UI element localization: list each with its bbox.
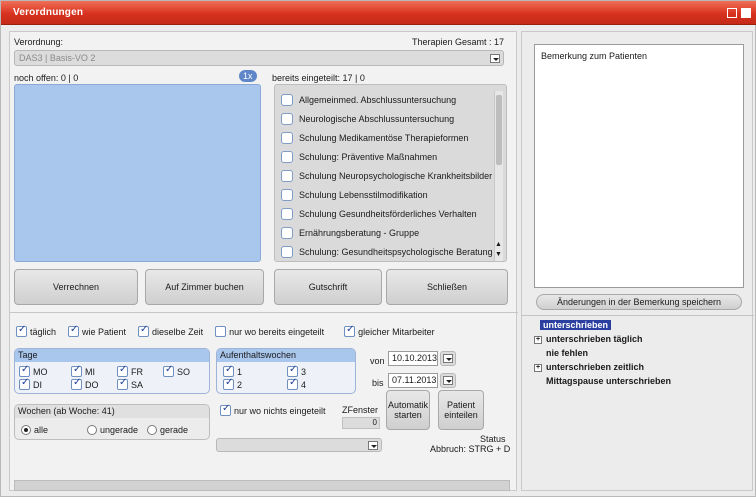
verrechnen-button[interactable]: Verrechnen <box>14 269 138 305</box>
gutschrift-button[interactable]: Gutschrift <box>274 269 382 305</box>
verordnung-label: Verordnung: <box>14 37 64 47</box>
scroll-down-icon[interactable]: ▼ <box>495 251 502 258</box>
checkbox[interactable] <box>281 132 293 144</box>
scrollbar[interactable]: ▲ ▼ <box>494 91 503 261</box>
noch-offen-label: noch offen: 0 | 0 <box>14 73 79 83</box>
day-sa-checkbox[interactable]: SA <box>117 377 143 390</box>
schliessen-button[interactable]: Schließen <box>386 269 508 305</box>
week-1-checkbox[interactable]: 1 <box>223 364 242 377</box>
bis-date-field[interactable]: 07.11.2013 <box>388 373 438 388</box>
therapien-count: Therapien Gesamt : 17 <box>412 37 505 47</box>
status-label: Status <box>480 434 506 444</box>
bis-label: bis <box>372 378 384 388</box>
chevron-down-icon <box>443 354 453 363</box>
save-note-button[interactable]: Änderungen in der Bemerkung speichern <box>536 294 742 310</box>
weeks-filter-title: Wochen (ab Woche: 41) <box>15 405 209 418</box>
checkbox[interactable] <box>281 151 293 163</box>
day-mi-checkbox[interactable]: MI <box>71 364 95 377</box>
notes-textarea[interactable]: Bemerkung zum Patienten <box>534 44 744 288</box>
von-date-picker[interactable] <box>440 351 456 366</box>
list-item[interactable]: Schulung Medikamentöse Therapieformen <box>281 129 468 147</box>
expand-icon[interactable]: + <box>534 335 542 344</box>
open-therapies-list[interactable] <box>14 84 261 262</box>
window-title: Verordnungen <box>13 7 84 18</box>
wie-patient-checkbox[interactable]: wie Patient <box>68 324 126 337</box>
taeglich-checkbox[interactable]: täglich <box>16 324 56 337</box>
list-item[interactable]: Schulung: Gesundheitspsychologische Bera… <box>281 243 493 261</box>
weeks-filter-group: Wochen (ab Woche: 41) alle ungerade gera… <box>14 404 210 440</box>
radio-gerade[interactable]: gerade <box>147 425 188 435</box>
list-item[interactable]: Ernährungsberatung - Gruppe <box>281 224 419 242</box>
tree-item-taeglich[interactable]: + unterschrieben täglich <box>534 334 643 344</box>
checkbox[interactable] <box>281 189 293 201</box>
checkbox[interactable] <box>281 246 293 258</box>
assigned-therapies-list[interactable]: Allgemeinmed. Abschlussuntersuchung Neur… <box>274 84 507 262</box>
abort-hint: Abbruch: STRG + D <box>430 444 511 454</box>
close-icon[interactable] <box>741 8 751 18</box>
checkbox[interactable] <box>281 227 293 239</box>
patient-einteilen-button[interactable]: Patient einteilen <box>438 390 484 430</box>
chevron-down-icon <box>443 376 453 385</box>
day-so-checkbox[interactable]: SO <box>163 364 190 377</box>
von-date-field[interactable]: 10.10.2013 <box>388 351 438 366</box>
checkbox[interactable] <box>281 208 293 220</box>
checkbox[interactable] <box>281 170 293 182</box>
automatik-starten-button[interactable]: Automatik starten <box>386 390 430 430</box>
verordnung-select[interactable]: DAS3 | Basis-VO 2 <box>14 50 504 66</box>
count-badge: 1x <box>239 70 257 82</box>
days-group: Tage MO DI MI DO FR SA SO <box>14 348 210 394</box>
list-item[interactable]: Schulung: Präventive Maßnahmen <box>281 148 437 166</box>
status-bar <box>14 480 510 491</box>
days-group-title: Tage <box>15 349 209 362</box>
tree-item-nie-fehlen[interactable]: nie fehlen <box>546 348 588 358</box>
dieselbe-zeit-checkbox[interactable]: dieselbe Zeit <box>138 324 203 337</box>
checkbox[interactable] <box>281 113 293 125</box>
list-item[interactable]: Schulung Lebensstilmodifikation <box>281 186 428 204</box>
week-2-checkbox[interactable]: 2 <box>223 377 242 390</box>
list-item[interactable]: Allgemeinmed. Abschlussuntersuchung <box>281 91 456 109</box>
stay-weeks-title: Aufenthaltswochen <box>217 349 355 362</box>
notes-label: Bemerkung zum Patienten <box>541 51 648 61</box>
zfenster-field[interactable]: 0 <box>342 417 380 429</box>
divider <box>522 315 754 316</box>
radio-alle[interactable]: alle <box>21 425 48 435</box>
stay-weeks-group: Aufenthaltswochen 1 2 3 4 <box>216 348 356 394</box>
bereits-label: bereits eingeteilt: 17 | 0 <box>272 73 365 83</box>
verordnung-value: DAS3 | Basis-VO 2 <box>19 53 96 63</box>
main-panel: Verordnung: Therapien Gesamt : 17 DAS3 |… <box>9 31 518 491</box>
tree-item-unterschrieben[interactable]: unterschrieben <box>540 320 612 330</box>
zfenster-label: ZFenster <box>342 405 379 415</box>
chevron-down-icon <box>368 441 378 450</box>
bis-date-picker[interactable] <box>440 373 456 388</box>
list-item[interactable]: Neurologische Abschlussuntersuchung <box>281 110 454 128</box>
checkbox[interactable] <box>281 94 293 106</box>
bottom-select[interactable] <box>216 438 382 452</box>
options-row: täglich wie Patient dieselbe Zeit nur wo… <box>16 324 435 337</box>
expand-icon[interactable]: + <box>534 363 542 372</box>
chevron-down-icon <box>490 54 500 63</box>
day-di-checkbox[interactable]: DI <box>19 377 42 390</box>
von-label: von <box>370 356 385 366</box>
nur-nichts-checkbox[interactable]: nur wo nichts eingeteilt <box>220 403 326 416</box>
day-mo-checkbox[interactable]: MO <box>19 364 48 377</box>
minimize-icon[interactable] <box>727 8 737 18</box>
week-4-checkbox[interactable]: 4 <box>287 377 306 390</box>
app-window: Verordnungen Verordnung: Therapien Gesam… <box>0 0 756 497</box>
list-item[interactable]: Schulung Gesundheitsförderliches Verhalt… <box>281 205 477 223</box>
radio-ungerade[interactable]: ungerade <box>87 425 138 435</box>
tree-item-mittagspause[interactable]: Mittagspause unterschrieben <box>546 376 671 386</box>
list-item[interactable]: Schulung Neuropsychologische Krankheitsb… <box>281 167 492 185</box>
nur-bereits-checkbox[interactable]: nur wo bereits eingeteilt <box>215 326 324 337</box>
week-3-checkbox[interactable]: 3 <box>287 364 306 377</box>
side-panel: Bemerkung zum Patienten Änderungen in de… <box>521 31 754 491</box>
zimmer-buchen-button[interactable]: Auf Zimmer buchen <box>145 269 264 305</box>
divider <box>10 312 518 313</box>
day-do-checkbox[interactable]: DO <box>71 377 99 390</box>
scroll-up-icon[interactable]: ▲ <box>495 241 502 248</box>
tree-item-zeitlich[interactable]: + unterschrieben zeitlich <box>534 362 644 372</box>
day-fr-checkbox[interactable]: FR <box>117 364 143 377</box>
scrollbar-thumb[interactable] <box>496 95 502 165</box>
title-bar: Verordnungen <box>1 1 756 25</box>
gleicher-mitarbeiter-checkbox[interactable]: gleicher Mitarbeiter <box>344 324 435 337</box>
